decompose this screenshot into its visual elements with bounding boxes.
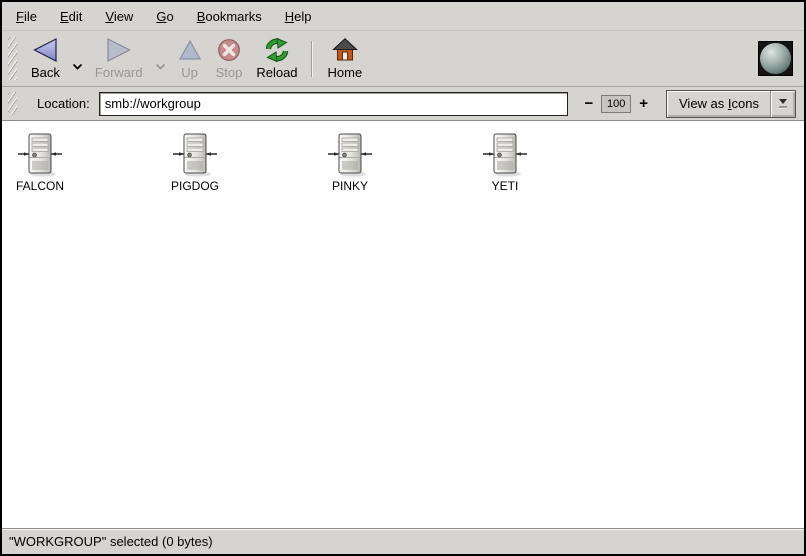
network-server-icon — [17, 132, 63, 178]
dropdown-indicator-icon — [770, 91, 795, 117]
toolbar-grip[interactable] — [8, 37, 17, 80]
menu-item-view[interactable]: View — [95, 4, 143, 29]
toolbar-separator — [311, 41, 312, 77]
home-label: Home — [328, 66, 363, 80]
stop-label: Stop — [216, 66, 243, 80]
file-item-pinky[interactable]: PINKY — [318, 132, 382, 193]
zoom-level: 100 — [601, 95, 631, 113]
location-label: Location: — [37, 96, 90, 111]
view-as-label: View as Icons — [667, 96, 770, 111]
forward-history-dropdown-icon[interactable] — [150, 57, 171, 75]
throbber-icon — [758, 41, 793, 76]
zoom-out-button[interactable]: − — [578, 96, 599, 111]
forward-button[interactable]: Forward — [88, 34, 150, 83]
item-label: YETI — [492, 179, 519, 193]
icon-view[interactable]: FALCON PIGDOG PINKY YETI — [2, 121, 804, 528]
toolbar: Back Forward Up — [2, 30, 804, 87]
network-server-icon — [172, 132, 218, 178]
view-as-dropdown[interactable]: View as Icons — [666, 90, 796, 118]
back-label: Back — [31, 66, 60, 80]
back-arrow-icon — [32, 37, 58, 63]
file-browser-window: File Edit View Go Bookmarks Help Back — [0, 0, 806, 556]
location-input[interactable] — [99, 92, 569, 116]
network-server-icon — [327, 132, 373, 178]
file-item-falcon[interactable]: FALCON — [8, 132, 72, 193]
menu-item-go[interactable]: Go — [146, 4, 183, 29]
forward-label: Forward — [95, 66, 143, 80]
location-bar-grip[interactable] — [8, 92, 17, 115]
item-label: FALCON — [16, 179, 64, 193]
menu-item-help[interactable]: Help — [275, 4, 322, 29]
globe-sphere-icon — [760, 43, 791, 74]
item-label: PINKY — [332, 179, 368, 193]
up-arrow-icon — [178, 37, 202, 63]
zoom-in-button[interactable]: + — [633, 96, 654, 111]
menu-bar: File Edit View Go Bookmarks Help — [2, 2, 804, 30]
reload-icon — [264, 37, 290, 63]
status-bar: "WORKGROUP" selected (0 bytes) — [2, 528, 804, 554]
forward-arrow-icon — [106, 37, 132, 63]
status-text: "WORKGROUP" selected (0 bytes) — [9, 534, 213, 549]
back-history-dropdown-icon[interactable] — [67, 57, 88, 75]
file-item-yeti[interactable]: YETI — [473, 132, 537, 193]
reload-button[interactable]: Reload — [249, 34, 304, 83]
network-server-icon — [482, 132, 528, 178]
location-bar: Location: − 100 + View as Icons — [2, 87, 804, 121]
back-button[interactable]: Back — [24, 34, 67, 83]
menu-item-file[interactable]: File — [6, 4, 47, 29]
up-button[interactable]: Up — [171, 34, 209, 83]
stop-button[interactable]: Stop — [209, 34, 250, 83]
up-label: Up — [181, 66, 198, 80]
menu-item-bookmarks[interactable]: Bookmarks — [187, 4, 272, 29]
stop-icon — [217, 37, 241, 63]
home-icon — [332, 37, 358, 63]
item-label: PIGDOG — [171, 179, 219, 193]
menu-item-edit[interactable]: Edit — [50, 4, 92, 29]
reload-label: Reload — [256, 66, 297, 80]
file-item-pigdog[interactable]: PIGDOG — [163, 132, 227, 193]
home-button[interactable]: Home — [321, 34, 370, 83]
